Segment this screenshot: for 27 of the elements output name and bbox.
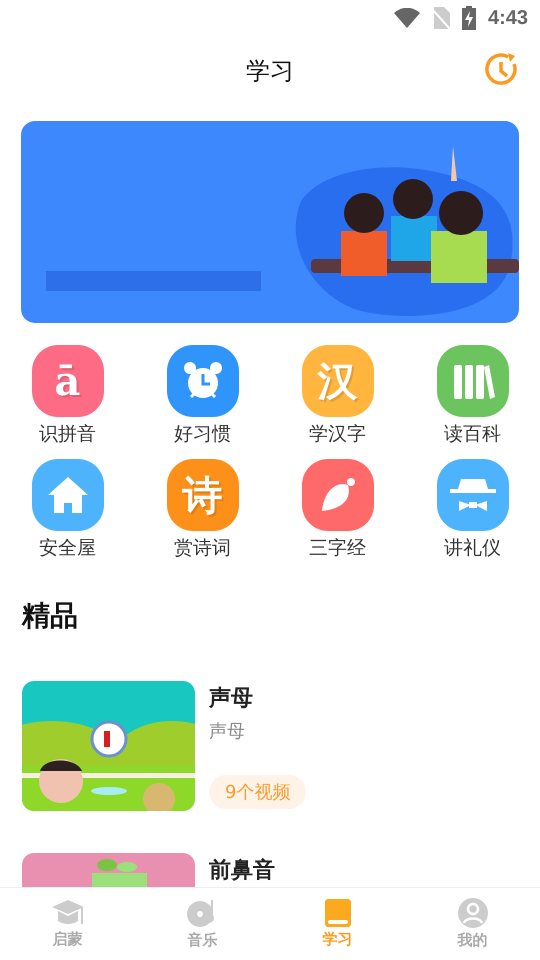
section-title: 精品 xyxy=(22,598,79,634)
profile-icon xyxy=(458,898,488,928)
battery-charging-icon xyxy=(462,6,476,30)
category-button[interactable]: 三字经 xyxy=(270,459,405,561)
house-icon xyxy=(46,475,90,515)
category-button[interactable]: 好习惯 xyxy=(135,345,270,447)
video-count-badge: 9个视频 xyxy=(209,775,306,809)
category-button[interactable]: 诗 赏诗词 xyxy=(135,459,270,561)
icon-glyph: 汉 xyxy=(318,356,358,406)
wifi-icon xyxy=(394,8,420,28)
category-button[interactable]: ā 识拼音 xyxy=(0,345,135,447)
category-button[interactable]: 读百科 xyxy=(405,345,540,447)
category-button[interactable]: 安全屋 xyxy=(0,459,135,561)
course-title: 前鼻音 xyxy=(209,856,275,885)
page-title: 学习 xyxy=(246,56,294,87)
course-subtitle: 声母 xyxy=(209,720,245,743)
status-time: 4:43 xyxy=(488,6,528,30)
category-button[interactable]: 汉 学汉字 xyxy=(270,345,405,447)
book-icon xyxy=(324,899,350,927)
graduation-cap-icon xyxy=(52,899,84,927)
icon-glyph: 诗 xyxy=(182,470,222,520)
history-button[interactable] xyxy=(484,52,520,88)
no-sim-icon xyxy=(432,7,450,29)
icon-glyph: ā xyxy=(54,358,80,404)
course-title: 声母 xyxy=(209,685,253,713)
clock-refresh-icon xyxy=(484,52,520,88)
category-button[interactable]: 讲礼仪 xyxy=(405,459,540,561)
